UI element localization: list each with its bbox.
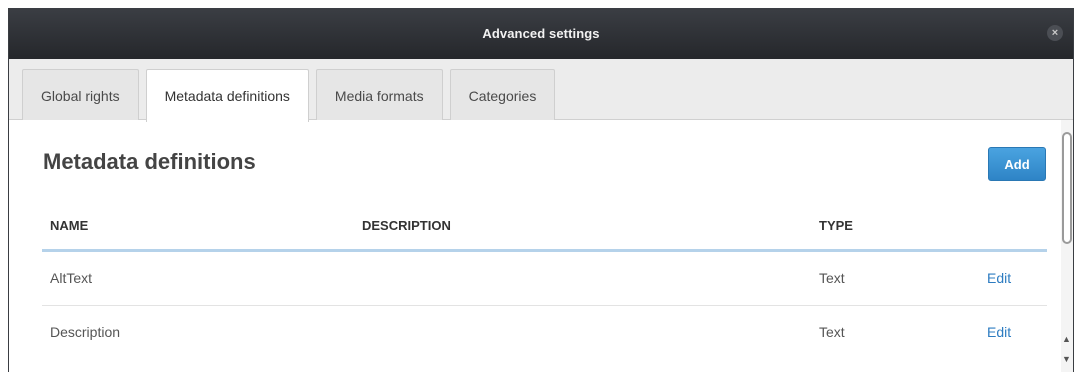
column-header-type[interactable]: TYPE: [819, 218, 853, 233]
vertical-scrollbar[interactable]: ▲ ▼: [1061, 120, 1073, 372]
tab-media-formats[interactable]: Media formats: [315, 69, 443, 121]
table-header: NAME DESCRIPTION TYPE: [42, 210, 1047, 252]
content-panel: Metadata definitions Add NAME DESCRIPTIO…: [9, 120, 1073, 372]
scroll-up-icon[interactable]: ▲: [1062, 334, 1071, 344]
tab-bar: Global rights Metadata definitions Media…: [9, 59, 1073, 122]
close-icon[interactable]: ×: [1047, 25, 1063, 41]
dialog-titlebar: Advanced settings ×: [9, 8, 1073, 59]
advanced-settings-dialog: Advanced settings × Global rights Metada…: [8, 8, 1074, 372]
scrollbar-thumb[interactable]: [1062, 132, 1072, 244]
column-header-name[interactable]: NAME: [50, 218, 88, 233]
tab-metadata-definitions[interactable]: Metadata definitions: [145, 69, 309, 122]
add-button[interactable]: Add: [988, 147, 1046, 181]
column-header-description[interactable]: DESCRIPTION: [362, 218, 451, 233]
page-title: Metadata definitions: [43, 149, 256, 174]
tab-global-rights[interactable]: Global rights: [22, 69, 139, 121]
tab-categories[interactable]: Categories: [449, 69, 556, 121]
cell-name: Description: [50, 324, 121, 340]
dialog-title: Advanced settings: [482, 26, 600, 41]
metadata-table: NAME DESCRIPTION TYPE AltText Text Edit …: [42, 210, 1047, 360]
table-row: AltText Text Edit: [42, 252, 1047, 306]
table-row: Description Text Edit: [42, 306, 1047, 360]
edit-link[interactable]: Edit: [987, 270, 1011, 286]
cell-type: Text: [819, 270, 845, 286]
cell-type: Text: [819, 324, 845, 340]
cell-name: AltText: [50, 270, 93, 286]
scroll-down-icon[interactable]: ▼: [1062, 354, 1071, 364]
edit-link[interactable]: Edit: [987, 324, 1011, 340]
